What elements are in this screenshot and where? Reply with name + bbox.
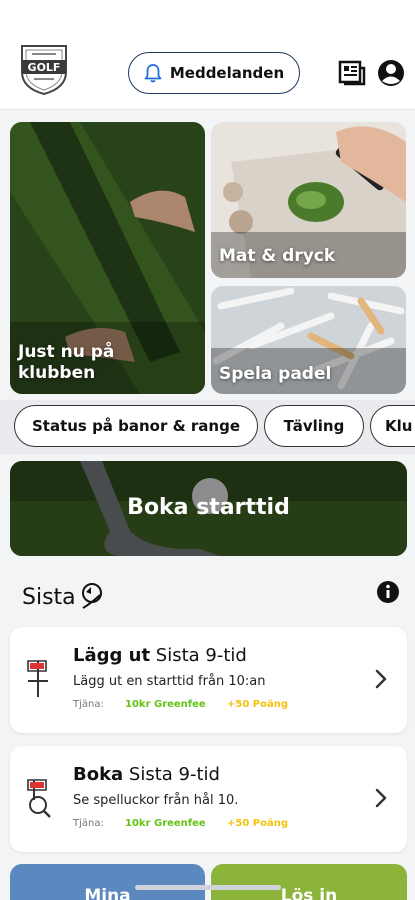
card-title: Boka Sista 9-tid (73, 764, 220, 785)
home-indicator[interactable] (135, 885, 281, 890)
earn-label: Tjäna: (73, 699, 104, 710)
nine-flag-icon (81, 583, 102, 609)
card-title: Lägg ut Sista 9-tid (73, 645, 247, 666)
logo-text: GOLF (28, 61, 61, 74)
club-logo[interactable]: GOLF (16, 40, 72, 96)
card-book-tee-time[interactable]: Boka Sista 9-tid Se spelluckor från hål … (10, 746, 407, 852)
card-title-bold: Boka (73, 764, 124, 785)
card-title-rest: Sista 9-tid (123, 764, 220, 785)
flag-icon (27, 660, 48, 697)
points-reward: +50 Poäng (227, 699, 289, 710)
card-subtitle: Se spelluckor från hål 10. (73, 793, 239, 808)
bell-icon (144, 64, 162, 83)
book-tee-label: Boka starttid (127, 495, 290, 520)
earn-label: Tjäna: (73, 818, 104, 829)
section-title: Sista (22, 582, 106, 612)
card-subtitle: Lägg ut en starttid från 10:an (73, 674, 266, 689)
greenfee-reward: 10kr Greenfee (125, 699, 206, 710)
card-title-rest: Sista 9-tid (150, 645, 247, 666)
news-icon[interactable] (336, 58, 366, 88)
bottom-tile-redeem[interactable]: Lös in (211, 864, 407, 900)
chip-club[interactable]: Klu (370, 405, 415, 447)
points-reward: +50 Poäng (227, 818, 289, 829)
tile-food-drink[interactable]: Mat & dryck (211, 122, 406, 278)
padel-label: Spela padel (219, 364, 332, 384)
chevron-right-icon (375, 788, 387, 808)
card-earn: Tjäna: 10kr Greenfee +50 Poäng (73, 818, 288, 829)
card-post-tee-time[interactable]: Lägg ut Sista 9-tid Lägg ut en starttid … (10, 627, 407, 733)
app-header: GOLF Meddelanden (0, 0, 415, 110)
notifications-label: Meddelanden (169, 64, 285, 82)
food-drink-label: Mat & dryck (219, 246, 336, 266)
chip-competition[interactable]: Tävling (264, 405, 364, 447)
card-title-bold: Lägg ut (73, 645, 151, 666)
quick-chips: Status på banor & range Tävling Klu (0, 400, 415, 454)
card-earn: Tjäna: 10kr Greenfee +50 Poäng (73, 699, 288, 710)
book-tee-time-banner[interactable]: Boka starttid (10, 461, 407, 556)
chevron-right-icon (375, 669, 387, 689)
section-title-text: Sista (22, 584, 76, 610)
info-icon[interactable] (376, 580, 400, 604)
bottom-tile-mine[interactable]: Mina (10, 864, 205, 900)
chip-course-status[interactable]: Status på banor & range (14, 405, 258, 447)
tile-club-now[interactable]: Just nu på klubben (10, 122, 205, 394)
profile-icon[interactable] (376, 58, 406, 88)
greenfee-reward: 10kr Greenfee (125, 818, 206, 829)
club-now-label: Just nu på klubben (18, 342, 115, 383)
flag-search-icon (27, 779, 51, 818)
tile-padel[interactable]: Spela padel (211, 286, 406, 394)
notifications-button[interactable]: Meddelanden (128, 52, 300, 94)
